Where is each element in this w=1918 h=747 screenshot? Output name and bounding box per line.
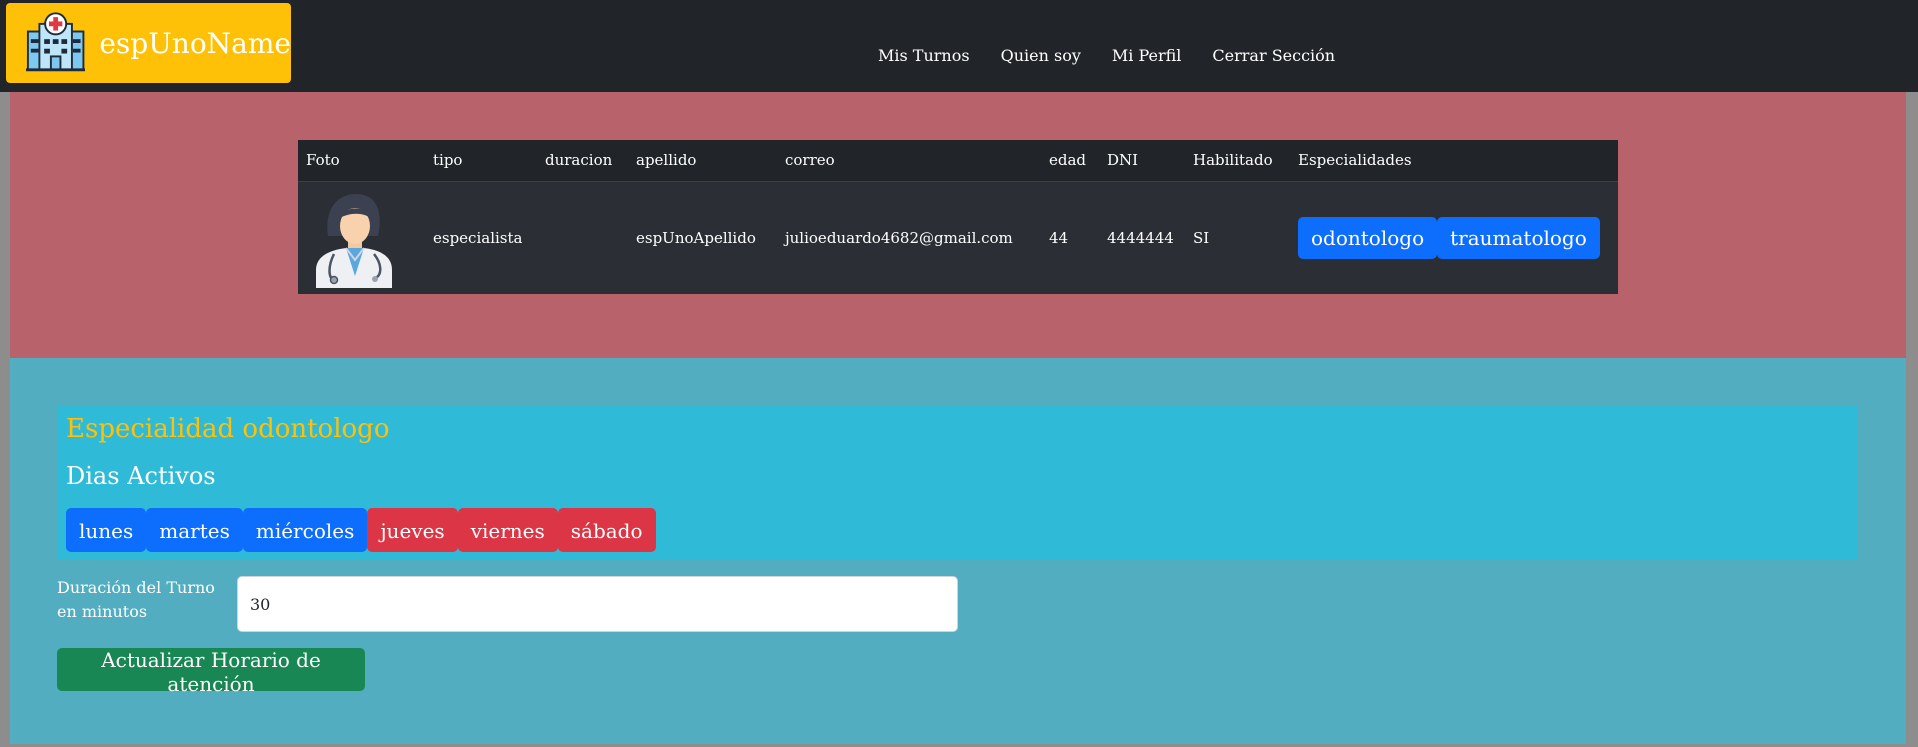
header-correo: correo — [785, 151, 835, 170]
user-table: Foto tipo duracion apellido correo edad … — [298, 140, 1618, 294]
header-duracion: duracion — [545, 151, 613, 170]
nav-link-quien-soy[interactable]: Quien soy — [1001, 46, 1081, 65]
cell-foto — [298, 181, 425, 294]
specialty-panel: Especialidad odontologo Dias Activos lun… — [58, 406, 1858, 559]
header-tipo: tipo — [433, 151, 463, 170]
day-button-miercoles[interactable]: miércoles — [242, 508, 368, 552]
active-days-title: Dias Activos — [66, 462, 216, 490]
doctor-avatar-icon — [316, 193, 392, 288]
nav-link-mi-perfil[interactable]: Mi Perfil — [1112, 46, 1182, 65]
navbar: espUnoName Mis Turnos Quien soy Mi Perfi… — [0, 0, 1918, 92]
user-section: Foto tipo duracion apellido correo edad … — [10, 92, 1906, 358]
duration-label: Duración del Turno en minutos — [57, 578, 215, 621]
cell-habilitado: SI — [1193, 228, 1210, 247]
hospital-icon — [26, 12, 86, 72]
cell-especialidades: odontologo traumatologo — [1290, 181, 1618, 294]
specialty-title: Especialidad odontologo — [66, 414, 390, 444]
header-edad: edad — [1049, 151, 1087, 170]
nav-links: Mis Turnos Quien soy Mi Perfil Cerrar Se… — [878, 46, 1335, 65]
specialty-button-odontologo[interactable]: odontologo — [1298, 216, 1438, 259]
header-especialidades: Especialidades — [1298, 151, 1412, 170]
schedule-section: Especialidad odontologo Dias Activos lun… — [10, 358, 1906, 744]
table-header-row: Foto tipo duracion apellido correo edad … — [298, 140, 1618, 181]
nav-link-cerrar-seccion[interactable]: Cerrar Sección — [1212, 46, 1335, 65]
brand-name: espUnoName — [99, 26, 291, 60]
day-button-martes[interactable]: martes — [146, 508, 243, 552]
cell-duracion — [537, 181, 628, 294]
brand[interactable]: espUnoName — [6, 3, 291, 83]
cell-tipo: especialista — [433, 228, 523, 247]
day-button-lunes[interactable]: lunes — [66, 508, 147, 552]
days-group: lunes martes miércoles jueves viernes sá… — [66, 508, 656, 552]
header-foto: Foto — [306, 151, 340, 170]
day-button-sabado[interactable]: sábado — [557, 508, 656, 552]
cell-dni: 4444444 — [1107, 228, 1174, 247]
nav-link-mis-turnos[interactable]: Mis Turnos — [878, 46, 970, 65]
specialty-button-traumatologo[interactable]: traumatologo — [1437, 216, 1600, 259]
header-habilitado: Habilitado — [1193, 151, 1273, 170]
update-schedule-button[interactable]: Actualizar Horario de atención — [57, 648, 365, 696]
cell-edad: 44 — [1049, 228, 1069, 247]
duration-input[interactable] — [237, 576, 958, 632]
header-dni: DNI — [1107, 151, 1139, 170]
table-row: especialista espUnoApellido julioeduardo… — [298, 181, 1618, 294]
cell-apellido: espUnoApellido — [636, 228, 756, 247]
cell-correo: julioeduardo4682@gmail.com — [785, 228, 1013, 247]
day-button-viernes[interactable]: viernes — [457, 508, 558, 552]
day-button-jueves[interactable]: jueves — [367, 508, 458, 552]
header-apellido: apellido — [636, 151, 697, 170]
